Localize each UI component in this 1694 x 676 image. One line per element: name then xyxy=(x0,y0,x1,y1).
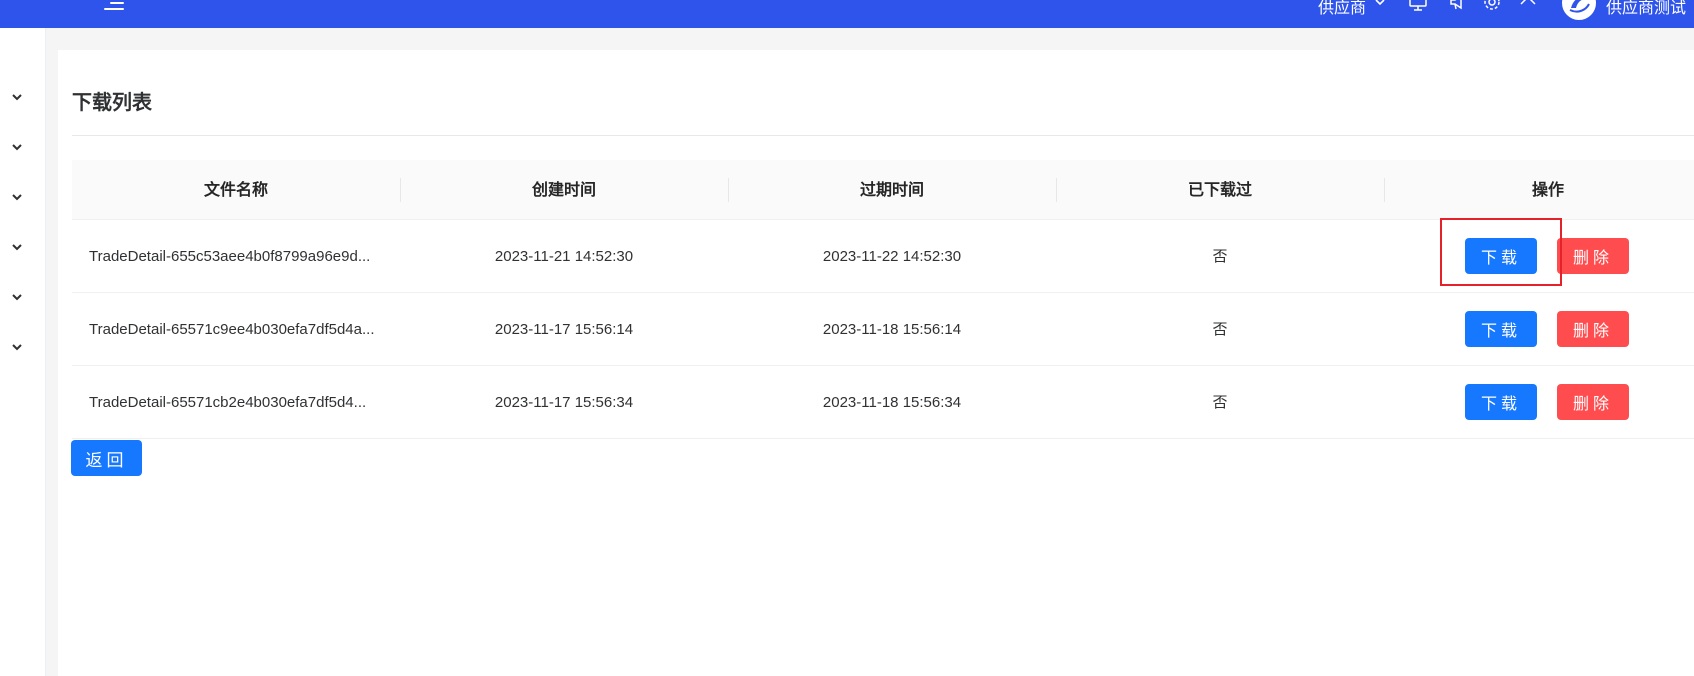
cell-expires: 2023-11-18 15:56:34 xyxy=(822,394,962,411)
speaker-icon[interactable] xyxy=(1448,0,1468,14)
highlight-annotation-box xyxy=(1440,218,1562,286)
avatar-logo-icon xyxy=(1563,0,1595,19)
cell-file-name: TradeDetail-655c53aee4b0f8799a96e9d... xyxy=(89,248,371,265)
table-header: 文件名称 创建时间 过期时间 已下载过 操作 xyxy=(72,160,1694,220)
main-card: 下载列表 文件名称 创建时间 过期时间 已下载过 操作 TradeDetail-… xyxy=(58,50,1694,676)
cell-created: 2023-11-21 14:52:30 xyxy=(494,248,634,265)
chevron-down-icon[interactable] xyxy=(10,340,24,354)
title-divider xyxy=(72,135,1694,136)
cell-file-name: TradeDetail-65571c9ee4b030efa7df5d4a... xyxy=(89,321,375,338)
sidebar xyxy=(0,28,46,676)
cell-expires: 2023-11-22 14:52:30 xyxy=(822,248,962,265)
column-header-actions: 操作 xyxy=(1531,180,1564,199)
delete-button[interactable]: 删除 xyxy=(1557,384,1629,420)
cell-file-name: TradeDetail-65571cb2e4b030efa7df5d4... xyxy=(89,394,367,411)
column-header-file-name: 文件名称 xyxy=(203,180,268,199)
column-header-expires: 过期时间 xyxy=(859,180,924,199)
chevron-down-icon[interactable] xyxy=(10,190,24,204)
cell-downloaded: 否 xyxy=(1212,394,1228,411)
cell-created: 2023-11-17 15:56:14 xyxy=(494,321,634,338)
page-title: 下载列表 xyxy=(72,90,152,114)
chevron-down-icon[interactable] xyxy=(10,90,24,104)
back-button[interactable]: 返回 xyxy=(71,440,142,476)
top-header: 供应商 供应商测试 xyxy=(0,0,1694,28)
cell-downloaded: 否 xyxy=(1212,248,1228,265)
chevron-down-icon[interactable] xyxy=(1374,0,1386,8)
settings-icon[interactable] xyxy=(1482,0,1502,14)
monitor-icon[interactable] xyxy=(1408,0,1428,14)
role-switcher[interactable]: 供应商 xyxy=(1318,0,1366,18)
download-button[interactable]: 下载 xyxy=(1465,311,1537,347)
cell-created: 2023-11-17 15:56:34 xyxy=(494,394,634,411)
table-row: TradeDetail-65571c9ee4b030efa7df5d4a... … xyxy=(72,293,1694,366)
download-button[interactable]: 下载 xyxy=(1465,384,1537,420)
avatar[interactable] xyxy=(1562,0,1596,20)
chevron-down-icon[interactable] xyxy=(10,140,24,154)
username[interactable]: 供应商测试 xyxy=(1606,0,1686,18)
chevron-down-icon[interactable] xyxy=(10,290,24,304)
cell-expires: 2023-11-18 15:56:14 xyxy=(822,321,962,338)
chevron-down-icon[interactable] xyxy=(10,240,24,254)
cell-downloaded: 否 xyxy=(1212,321,1228,338)
column-header-downloaded: 已下载过 xyxy=(1187,180,1252,199)
delete-button[interactable]: 删除 xyxy=(1557,238,1629,274)
download-table: 文件名称 创建时间 过期时间 已下载过 操作 TradeDetail-655c5… xyxy=(72,160,1694,439)
fullscreen-icon[interactable] xyxy=(1518,0,1538,14)
delete-button[interactable]: 删除 xyxy=(1557,311,1629,347)
column-header-created: 创建时间 xyxy=(531,180,596,199)
menu-icon[interactable] xyxy=(104,0,124,10)
table-row: TradeDetail-65571cb2e4b030efa7df5d4... 2… xyxy=(72,366,1694,439)
